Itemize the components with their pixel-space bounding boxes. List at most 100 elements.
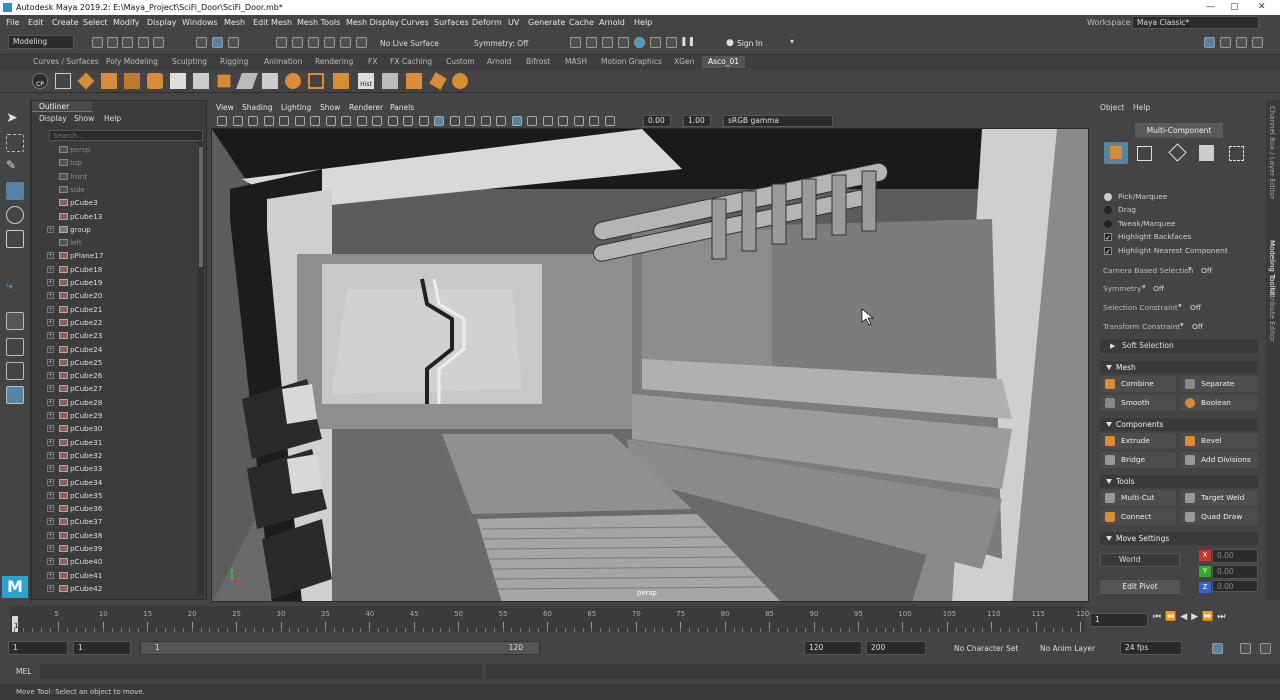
viewport-menu-lighting[interactable]: Lighting bbox=[281, 101, 311, 114]
range-bar[interactable]: 1 120 bbox=[140, 641, 540, 655]
menu-edit[interactable]: Edit bbox=[28, 15, 44, 30]
outliner-item[interactable]: persp bbox=[32, 143, 200, 156]
poly-cube-icon[interactable] bbox=[101, 73, 117, 89]
menuset-dropdown[interactable]: Modeling bbox=[8, 35, 74, 49]
outliner-item[interactable]: + pCube31 bbox=[32, 436, 200, 449]
object-mode-icon[interactable] bbox=[1104, 142, 1128, 164]
scale-tool-icon[interactable] bbox=[6, 230, 24, 248]
expand-icon[interactable]: + bbox=[47, 372, 54, 380]
pause-icon[interactable]: ❚❚ bbox=[680, 37, 695, 48]
menu-create[interactable]: Create bbox=[52, 15, 79, 30]
expand-icon[interactable]: + bbox=[47, 252, 54, 260]
menu-windows[interactable]: Windows bbox=[182, 15, 218, 30]
menu-generate[interactable]: Generate bbox=[528, 15, 565, 30]
select-tool-icon[interactable]: ➤ bbox=[6, 110, 24, 128]
outliner-item[interactable]: side bbox=[32, 183, 200, 196]
mtk-menu-help[interactable]: Help bbox=[1133, 103, 1150, 112]
outliner-item[interactable]: left bbox=[32, 236, 200, 249]
soft-selection-section[interactable]: ▶ Soft Selection bbox=[1100, 339, 1258, 353]
loop-icon[interactable] bbox=[1240, 643, 1251, 654]
transform-constraint-value[interactable]: Off bbox=[1192, 322, 1203, 331]
outliner-item[interactable]: + pCube29 bbox=[32, 409, 200, 422]
viewport-tool-icon[interactable] bbox=[542, 116, 553, 126]
outliner-menu-show[interactable]: Show bbox=[74, 114, 94, 123]
minimize-button[interactable]: — bbox=[1206, 0, 1215, 15]
paint-select-tool-icon[interactable]: ✎ bbox=[6, 158, 24, 176]
shelf-tab-asco-01[interactable]: Asco_01 bbox=[702, 56, 746, 68]
option-highlight-backfaces[interactable]: ✓ Highlight Backfaces bbox=[1104, 232, 1191, 244]
tools-section-header[interactable]: Tools bbox=[1100, 475, 1258, 488]
current-frame-field[interactable]: 1 bbox=[1090, 613, 1148, 627]
expand-icon[interactable]: + bbox=[47, 332, 54, 340]
vertex-mode-icon[interactable] bbox=[1137, 146, 1152, 161]
color-space-dropdown[interactable]: sRGB gamma bbox=[723, 115, 833, 127]
hypershade-icon[interactable] bbox=[634, 37, 645, 48]
menu-file[interactable]: File bbox=[6, 15, 19, 30]
viewport-tool-icon[interactable] bbox=[511, 116, 522, 126]
outliner-menu-help[interactable]: Help bbox=[104, 114, 121, 123]
quad-draw-button[interactable]: Quad Draw bbox=[1180, 509, 1258, 525]
viewport-menu-view[interactable]: View bbox=[216, 101, 234, 114]
snap-view-icon[interactable] bbox=[356, 37, 367, 48]
bevel-icon[interactable] bbox=[147, 73, 163, 89]
select-component-icon[interactable] bbox=[228, 37, 239, 48]
new-scene-icon[interactable] bbox=[92, 37, 103, 48]
mirror-icon[interactable] bbox=[429, 72, 447, 90]
outliner-item[interactable]: + pCube23 bbox=[32, 329, 200, 342]
auto-key-icon[interactable] bbox=[1212, 643, 1223, 654]
move-settings-section-header[interactable]: Move Settings bbox=[1100, 532, 1258, 545]
checkbox-icon[interactable]: ✓ bbox=[1104, 246, 1112, 256]
viewport-tool-icon[interactable] bbox=[279, 116, 289, 126]
expand-icon[interactable]: + bbox=[47, 279, 54, 286]
snap-together-icon[interactable]: ⤷ bbox=[6, 278, 24, 296]
menu-display[interactable]: Display bbox=[147, 15, 177, 30]
camera-based-chevron-icon[interactable]: ▾ bbox=[1188, 264, 1192, 273]
outliner-item[interactable]: top bbox=[32, 156, 200, 169]
mtk-menu-object[interactable]: Object bbox=[1100, 103, 1124, 112]
open-scene-icon[interactable] bbox=[107, 37, 118, 48]
expand-icon[interactable]: + bbox=[47, 265, 54, 273]
snap-point-icon[interactable] bbox=[308, 37, 319, 48]
freeze-transform-icon[interactable] bbox=[382, 73, 398, 89]
shelf-tab-sculpting[interactable]: Sculpting bbox=[172, 56, 207, 68]
outliner-item[interactable]: + pCube25 bbox=[32, 356, 200, 369]
option-tweak-marquee[interactable]: Tweak/Marquee bbox=[1104, 219, 1175, 231]
cp-icon[interactable]: CP bbox=[32, 73, 48, 89]
expand-icon[interactable]: + bbox=[47, 531, 54, 539]
menu-mesh-tools[interactable]: Mesh Tools bbox=[297, 15, 340, 30]
menu-surfaces[interactable]: Surfaces bbox=[434, 15, 469, 30]
playback-start-field[interactable]: 1 bbox=[73, 641, 131, 655]
menu-deform[interactable]: Deform bbox=[472, 15, 502, 30]
expand-icon[interactable]: + bbox=[47, 571, 54, 579]
four-view-layout-icon[interactable] bbox=[6, 338, 24, 356]
undo-icon[interactable] bbox=[138, 37, 149, 48]
channel-box-toggle-icon[interactable] bbox=[1252, 37, 1263, 48]
connect-button[interactable]: Connect bbox=[1100, 509, 1176, 525]
viewport-tool-icon[interactable] bbox=[449, 116, 460, 126]
menu-uv[interactable]: UV bbox=[508, 15, 519, 30]
shelf-tab-animation[interactable]: Animation bbox=[264, 56, 302, 68]
grid-icon[interactable] bbox=[55, 73, 71, 89]
expand-icon[interactable]: + bbox=[47, 451, 54, 459]
outliner-item[interactable]: front bbox=[32, 170, 200, 183]
multi-cut-icon[interactable] bbox=[308, 73, 324, 89]
snap-surface-icon[interactable] bbox=[340, 37, 351, 48]
move-space-dropdown[interactable]: World bbox=[1100, 553, 1180, 567]
viewport-tool-icon[interactable] bbox=[418, 116, 429, 126]
render-frame-icon[interactable] bbox=[586, 37, 597, 48]
outliner-item[interactable]: + pCube27 bbox=[32, 382, 200, 395]
bridge-button[interactable]: Bridge bbox=[1100, 452, 1176, 468]
arnold-ipr-icon[interactable] bbox=[666, 37, 677, 48]
persp-outliner-layout-icon[interactable] bbox=[6, 362, 24, 380]
sign-in-button[interactable]: Sign In bbox=[737, 39, 763, 48]
outliner-item[interactable]: + pCube22 bbox=[32, 316, 200, 329]
outliner-item[interactable]: + pCube33 bbox=[32, 462, 200, 475]
outliner-title-tab[interactable]: Outliner bbox=[32, 101, 92, 112]
outliner-item[interactable]: + pCube20 bbox=[32, 289, 200, 302]
outliner-item[interactable]: + pCube26 bbox=[32, 369, 200, 382]
expand-icon[interactable]: + bbox=[47, 305, 54, 313]
viewport-tool-icon[interactable] bbox=[480, 116, 491, 126]
fps-dropdown[interactable]: 24 fps bbox=[1120, 641, 1182, 655]
outliner-item[interactable]: + pCube39 bbox=[32, 542, 200, 555]
menu-select[interactable]: Select bbox=[83, 15, 108, 30]
